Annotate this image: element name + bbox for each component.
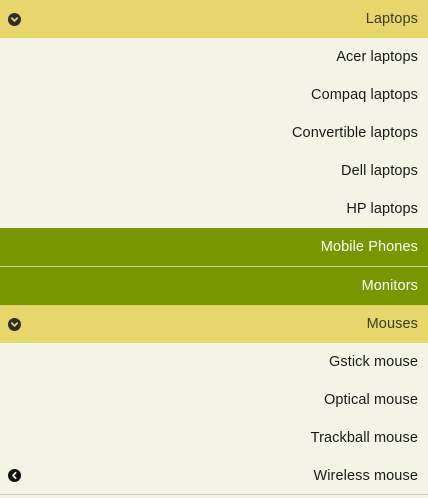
subcategory-label: Acer laptops — [336, 49, 418, 65]
category-mouses-label: Mouses — [366, 316, 418, 332]
subcategory-dell-laptops[interactable]: Dell laptops — [0, 152, 428, 190]
category-monitors[interactable]: Monitors — [0, 267, 428, 305]
category-monitors-label: Monitors — [361, 278, 418, 294]
category-mobile-phones[interactable]: Mobile Phones — [0, 228, 428, 267]
subcategory-label: Convertible laptops — [291, 125, 418, 141]
subcategory-trackball-mouse[interactable]: Trackball mouse — [0, 419, 428, 457]
subcategory-label: Trackball mouse — [310, 430, 418, 446]
subcategory-label: Compaq laptops — [311, 87, 418, 103]
chevron-left-circle-icon[interactable] — [8, 469, 21, 482]
category-laptops-label: Laptops — [365, 11, 418, 27]
category-menu: Laptops Acer laptops Compaq laptops Conv… — [0, 0, 428, 498]
category-laptops[interactable]: Laptops — [0, 0, 428, 38]
subcategory-label: Optical mouse — [324, 392, 418, 408]
subcategory-gstick-mouse[interactable]: Gstick mouse — [0, 343, 428, 381]
subcategory-acer-laptops[interactable]: Acer laptops — [0, 38, 428, 76]
category-mouses[interactable]: Mouses — [0, 305, 428, 343]
subcategory-wireless-mouse[interactable]: Wireless mouse — [0, 457, 428, 495]
subcategory-hp-laptops[interactable]: HP laptops — [0, 190, 428, 228]
subcategory-convertible-laptops[interactable]: Convertible laptops — [0, 114, 428, 152]
chevron-down-circle-icon[interactable] — [8, 317, 21, 331]
subcategory-optical-mouse[interactable]: Optical mouse — [0, 381, 428, 419]
subcategory-label: Dell laptops — [341, 163, 418, 179]
subcategory-compaq-laptops[interactable]: Compaq laptops — [0, 76, 428, 114]
subcategory-label: HP laptops — [346, 201, 418, 217]
subcategory-label: Gstick mouse — [328, 354, 418, 370]
category-mobile-phones-label: Mobile Phones — [320, 239, 418, 255]
subcategory-label: Wireless mouse — [313, 467, 418, 484]
chevron-down-circle-icon[interactable] — [8, 12, 21, 26]
